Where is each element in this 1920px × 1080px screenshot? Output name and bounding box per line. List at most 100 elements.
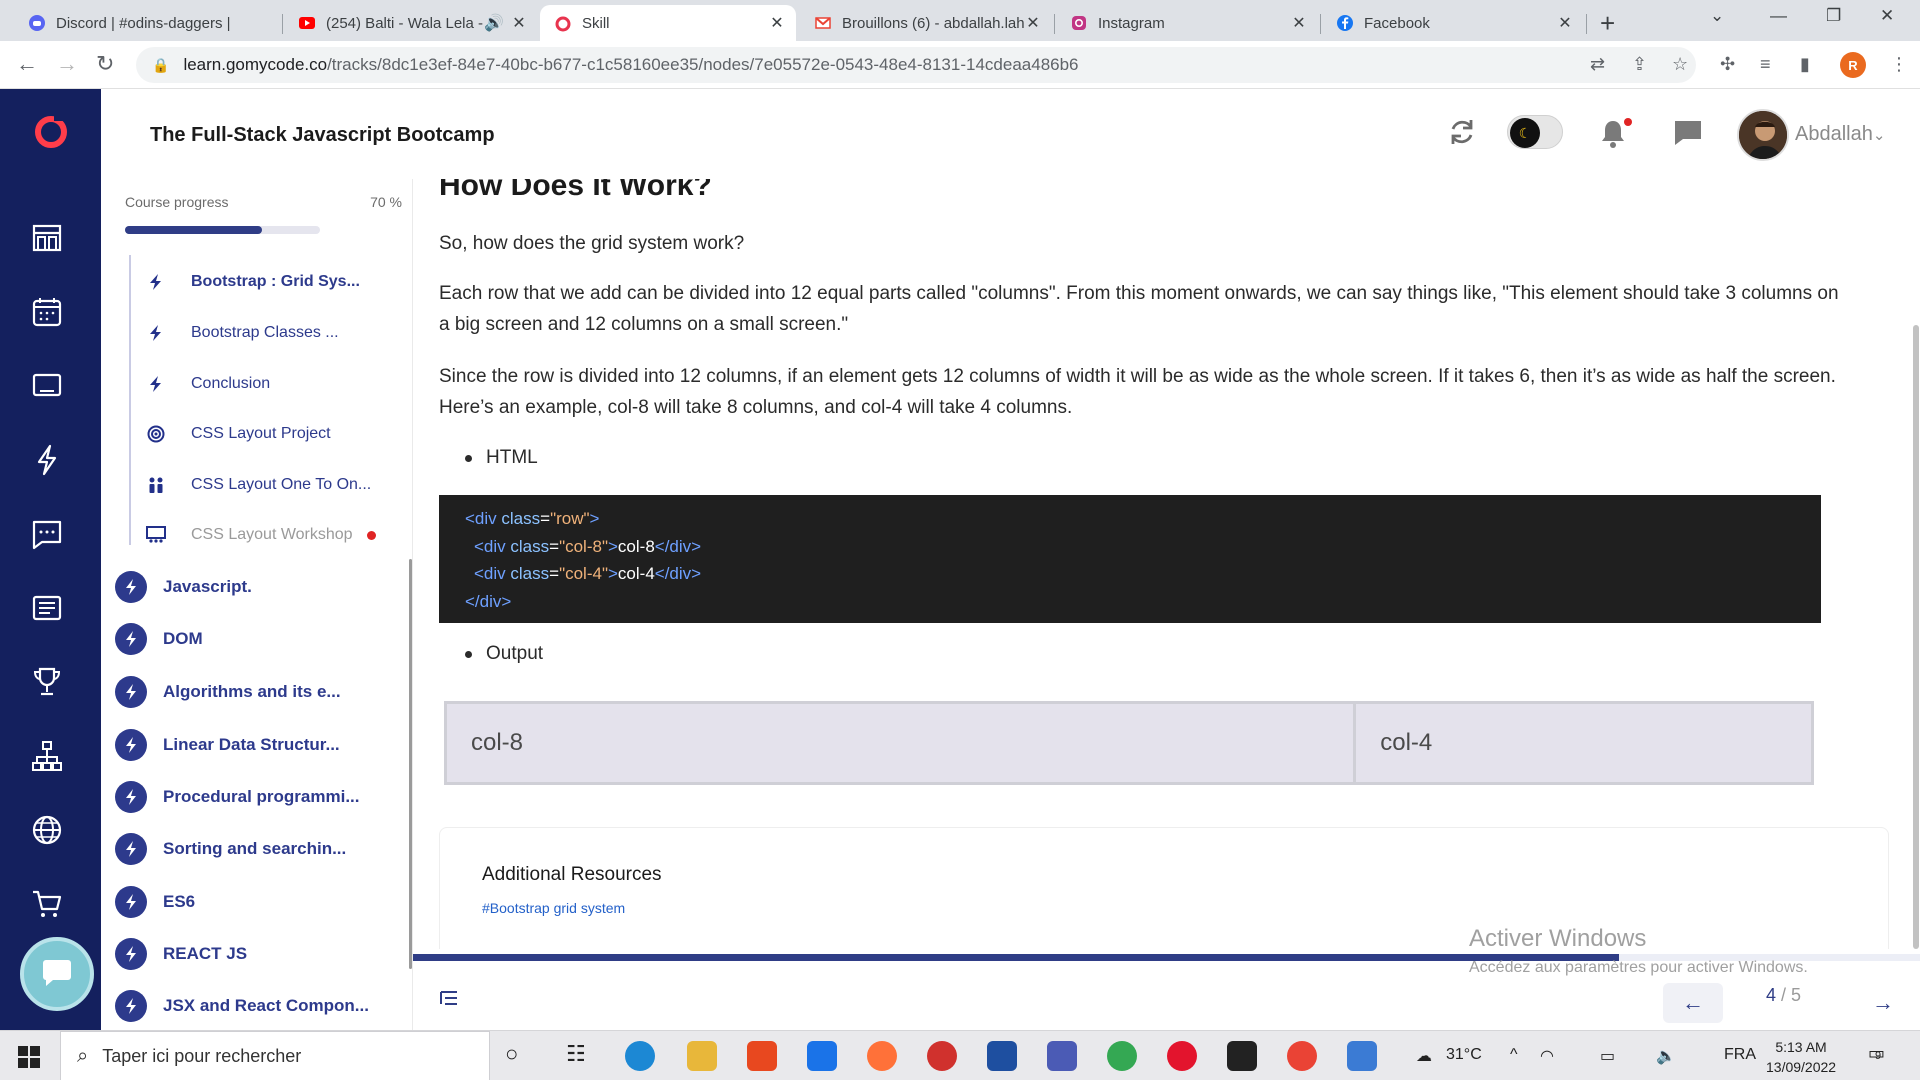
- chapter-dom[interactable]: DOM: [115, 622, 203, 656]
- windows-activation-watermark: Activer Windows Accédez aux paramètres p…: [1469, 925, 1808, 977]
- bolt-icon[interactable]: [30, 443, 64, 477]
- notification-count: 9: [1875, 1050, 1882, 1062]
- tab-skill[interactable]: Skill ✕: [540, 5, 796, 41]
- app-icon[interactable]: [1167, 1041, 1197, 1071]
- edge-icon[interactable]: [625, 1041, 655, 1071]
- windows-start-icon[interactable]: [18, 1046, 40, 1068]
- course-title: The Full-Stack Javascript Bootcamp: [150, 124, 495, 146]
- reload-button[interactable]: ↻: [96, 51, 114, 77]
- trophy-icon[interactable]: [30, 665, 64, 699]
- laptop-icon[interactable]: [30, 369, 64, 403]
- tab-youtube[interactable]: (254) Balti - Wala Lela - 🔊 ✕: [284, 5, 538, 41]
- dashboard-icon[interactable]: [30, 221, 64, 255]
- tab-facebook[interactable]: Facebook ✕: [1322, 5, 1584, 41]
- hierarchy-icon[interactable]: [30, 739, 64, 773]
- epic-games-icon[interactable]: [1227, 1041, 1257, 1071]
- chrome-icon[interactable]: [1107, 1041, 1137, 1071]
- clock[interactable]: 5:13 AM 13/09/2022: [1766, 1037, 1836, 1077]
- tab-search-chevron-icon[interactable]: ⌄: [1710, 6, 1724, 26]
- taskbar-search[interactable]: ⌕ Taper ici pour rechercher: [60, 1031, 490, 1080]
- media-control-icon[interactable]: ≡: [1760, 54, 1771, 75]
- extensions-icon[interactable]: ✣: [1720, 54, 1735, 75]
- chapter-linear-data-structures[interactable]: Linear Data Structur...: [115, 728, 340, 762]
- chapter-react-js[interactable]: REACT JS: [115, 937, 247, 971]
- weather-icon[interactable]: ☁: [1416, 1046, 1432, 1066]
- weather-temp[interactable]: 31°C: [1446, 1046, 1482, 1064]
- resource-link[interactable]: #Bootstrap grid system: [482, 900, 625, 916]
- dark-mode-toggle[interactable]: ☾: [1507, 115, 1563, 149]
- sidebar-item-bootstrap-classes[interactable]: Bootstrap Classes ...: [145, 321, 339, 345]
- network-icon[interactable]: ◠: [1540, 1046, 1554, 1066]
- chapter-javascript[interactable]: Javascript.: [115, 570, 252, 604]
- bolt-icon: [145, 373, 167, 395]
- side-panel-icon[interactable]: ▮: [1800, 54, 1810, 75]
- calendar-icon[interactable]: [30, 295, 64, 329]
- new-tab-button[interactable]: +: [1600, 8, 1615, 39]
- browser-profile-avatar[interactable]: R: [1840, 52, 1866, 78]
- app-icon[interactable]: [1047, 1041, 1077, 1071]
- globe-icon[interactable]: [30, 813, 64, 847]
- task-view-icon[interactable]: ○: [505, 1041, 535, 1071]
- bookmark-star-icon[interactable]: ☆: [1672, 54, 1688, 75]
- table-of-contents-icon[interactable]: [439, 989, 459, 1007]
- messages-icon[interactable]: [30, 517, 64, 551]
- notification-center[interactable]: ▭9: [1868, 1043, 1885, 1064]
- forward-button[interactable]: →: [56, 51, 78, 77]
- sidebar-item-css-layout-project[interactable]: CSS Layout Project: [145, 422, 331, 446]
- close-tab-icon[interactable]: ✕: [510, 13, 528, 33]
- facebook-icon: [1337, 15, 1353, 31]
- chapter-procedural-programming[interactable]: Procedural programmi...: [115, 780, 360, 814]
- chapter-sorting-searching[interactable]: Sorting and searchin...: [115, 832, 346, 866]
- vpn-shield-icon[interactable]: [987, 1041, 1017, 1071]
- volume-icon[interactable]: 🔈: [1656, 1046, 1676, 1066]
- document-icon[interactable]: [30, 591, 64, 625]
- tab-discord[interactable]: Discord | #odins-daggers |: [14, 5, 280, 41]
- tray-chevron-icon[interactable]: ^: [1510, 1046, 1518, 1064]
- gomycode-logo[interactable]: [32, 111, 70, 149]
- battery-icon[interactable]: ▭: [1600, 1046, 1615, 1066]
- minimize-button[interactable]: —: [1770, 6, 1787, 26]
- sidebar-item-conclusion[interactable]: Conclusion: [145, 372, 270, 396]
- close-tab-icon[interactable]: ✕: [768, 13, 786, 33]
- bell-icon[interactable]: [1599, 117, 1633, 149]
- app-icon[interactable]: [927, 1041, 957, 1071]
- sidebar-scrollbar[interactable]: [409, 559, 412, 969]
- language-indicator[interactable]: FRA: [1724, 1046, 1756, 1064]
- user-menu[interactable]: Abdallah⌄: [1795, 123, 1885, 146]
- browser-menu-icon[interactable]: ⋮: [1890, 54, 1908, 75]
- maximize-button[interactable]: ❐: [1826, 6, 1841, 26]
- firefox-icon[interactable]: [867, 1041, 897, 1071]
- previous-page-button[interactable]: ←: [1663, 983, 1723, 1023]
- chapter-jsx-react-components[interactable]: JSX and React Compon...: [115, 989, 369, 1023]
- chapter-algorithms[interactable]: Algorithms and its e...: [115, 675, 341, 709]
- close-window-button[interactable]: ✕: [1880, 6, 1894, 26]
- sidebar-item-css-layout-workshop[interactable]: CSS Layout Workshop: [145, 523, 376, 547]
- sync-icon[interactable]: [1447, 117, 1477, 147]
- content-scrollbar[interactable]: [1913, 325, 1919, 949]
- chapter-es6[interactable]: ES6: [115, 885, 195, 919]
- back-button[interactable]: ←: [16, 51, 38, 77]
- sidebar-item-bootstrap-grid[interactable]: Bootstrap : Grid Sys...: [145, 270, 360, 294]
- tab-instagram[interactable]: Instagram ✕: [1056, 5, 1318, 41]
- support-chat-button[interactable]: [20, 937, 94, 1011]
- tab-gmail[interactable]: Brouillons (6) - abdallah.lah ✕: [800, 5, 1052, 41]
- sidebar-item-css-layout-one-to-one[interactable]: CSS Layout One To On...: [145, 473, 371, 497]
- widgets-icon[interactable]: ☷: [566, 1041, 596, 1071]
- user-avatar[interactable]: [1737, 109, 1789, 161]
- translate-icon[interactable]: ⇄: [1590, 54, 1605, 75]
- close-tab-icon[interactable]: ✕: [1290, 13, 1308, 33]
- chrome-profile-icon[interactable]: [1287, 1041, 1317, 1071]
- photos-icon[interactable]: [1347, 1041, 1377, 1071]
- share-icon[interactable]: ⇪: [1632, 54, 1647, 75]
- next-page-button[interactable]: →: [1853, 983, 1913, 1023]
- file-explorer-icon[interactable]: [687, 1041, 717, 1071]
- close-tab-icon[interactable]: ✕: [1024, 13, 1042, 33]
- address-bar[interactable]: 🔒 learn.gomycode.co/tracks/8dc1e3ef-84e7…: [136, 47, 1696, 83]
- cart-icon[interactable]: [30, 887, 64, 921]
- inbox-message-icon[interactable]: [1673, 119, 1703, 147]
- microsoft-store-icon[interactable]: [747, 1041, 777, 1071]
- mail-icon[interactable]: [807, 1041, 837, 1071]
- close-tab-icon[interactable]: ✕: [1556, 13, 1574, 33]
- username: Abdallah: [1795, 123, 1873, 145]
- app-header: The Full-Stack Javascript Bootcamp ☾ Abd…: [101, 89, 1920, 179]
